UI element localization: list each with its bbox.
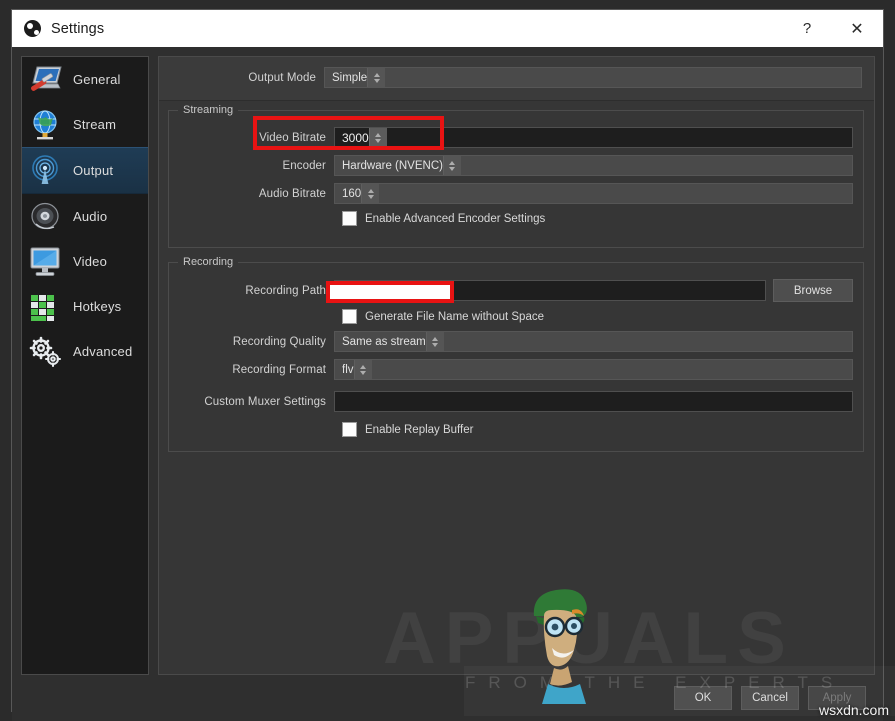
advanced-encoder-label: Enable Advanced Encoder Settings — [365, 213, 545, 225]
cancel-button[interactable]: Cancel — [741, 686, 799, 710]
recording-format-value: flv — [335, 364, 354, 376]
recording-quality-value: Same as stream — [335, 336, 426, 348]
sidebar-label-stream: Stream — [73, 117, 116, 132]
dialog-body: General Stream — [12, 47, 883, 675]
replay-buffer-checkbox[interactable] — [342, 422, 357, 437]
custom-muxer-label: Custom Muxer Settings — [169, 396, 334, 408]
encoder-row: Encoder Hardware (NVENC) — [169, 155, 853, 176]
video-bitrate-row: Video Bitrate 3000 — [169, 127, 853, 148]
window-controls: ? ✕ — [783, 10, 883, 47]
audio-bitrate-label: Audio Bitrate — [169, 188, 334, 200]
output-broadcast-icon — [28, 154, 64, 187]
advanced-encoder-checkbox[interactable] — [342, 211, 357, 226]
sidebar-label-general: General — [73, 72, 121, 87]
encoder-value: Hardware (NVENC) — [335, 160, 443, 172]
audio-bitrate-row: Audio Bitrate 160 — [169, 183, 853, 204]
output-mode-select[interactable]: Simple — [324, 67, 862, 88]
title-bar: Settings ? ✕ — [12, 10, 883, 47]
sidebar-label-hotkeys: Hotkeys — [73, 299, 121, 314]
general-icon — [28, 63, 64, 96]
sidebar-item-audio[interactable]: Audio — [22, 194, 148, 239]
recording-format-label: Recording Format — [169, 364, 334, 376]
recording-quality-spinner-icon[interactable] — [426, 332, 444, 351]
window-title: Settings — [51, 21, 104, 37]
replay-buffer-label: Enable Replay Buffer — [365, 424, 473, 436]
audio-bitrate-value: 160 — [335, 188, 361, 200]
recording-quality-label: Recording Quality — [169, 336, 334, 348]
recording-format-row: Recording Format flv — [169, 359, 853, 380]
output-settings-panel: Output Mode Simple Streaming Video Bitra… — [158, 56, 875, 675]
browse-button[interactable]: Browse — [773, 279, 853, 302]
no-space-label: Generate File Name without Space — [365, 311, 544, 323]
sidebar-label-advanced: Advanced — [73, 344, 132, 359]
recording-path-redaction — [326, 281, 454, 303]
recording-quality-select[interactable]: Same as stream — [334, 331, 853, 352]
audio-speaker-icon — [28, 200, 64, 233]
hotkeys-keyboard-icon — [28, 290, 64, 323]
audio-bitrate-select[interactable]: 160 — [334, 183, 853, 204]
encoder-spinner-icon[interactable] — [443, 156, 461, 175]
help-button[interactable]: ? — [783, 10, 831, 47]
streaming-group: Streaming Video Bitrate 3000 Encoder Har… — [168, 110, 864, 248]
streaming-group-title: Streaming — [178, 104, 238, 116]
close-button[interactable]: ✕ — [831, 10, 883, 47]
custom-muxer-input[interactable] — [334, 391, 853, 412]
recording-format-spinner-icon[interactable] — [354, 360, 372, 379]
recording-group: Recording Recording Path Browse Generate… — [168, 262, 864, 452]
stream-globe-icon — [28, 108, 64, 141]
obs-logo-icon — [24, 20, 41, 37]
recording-path-label: Recording Path — [169, 285, 334, 297]
video-bitrate-label: Video Bitrate — [169, 132, 334, 144]
output-mode-value: Simple — [325, 72, 367, 84]
ok-button[interactable]: OK — [674, 686, 732, 710]
sidebar-item-advanced[interactable]: Advanced — [22, 329, 148, 374]
recording-format-select[interactable]: flv — [334, 359, 853, 380]
settings-window: Settings ? ✕ General — [11, 9, 884, 712]
sidebar-label-audio: Audio — [73, 209, 107, 224]
output-mode-block: Output Mode Simple — [159, 57, 874, 101]
video-bitrate-value: 3000 — [335, 131, 369, 145]
sidebar-item-video[interactable]: Video — [22, 239, 148, 284]
video-bitrate-spinner-icon[interactable] — [369, 128, 387, 147]
recording-group-title: Recording — [178, 256, 238, 268]
output-mode-label: Output Mode — [159, 72, 324, 84]
sidebar-item-output[interactable]: Output — [22, 147, 148, 194]
settings-sidebar: General Stream — [21, 56, 149, 675]
no-space-row[interactable]: Generate File Name without Space — [342, 309, 853, 324]
sidebar-item-stream[interactable]: Stream — [22, 102, 148, 147]
audio-bitrate-spinner-icon[interactable] — [361, 184, 379, 203]
sidebar-label-video: Video — [73, 254, 107, 269]
recording-quality-row: Recording Quality Same as stream — [169, 331, 853, 352]
sidebar-item-hotkeys[interactable]: Hotkeys — [22, 284, 148, 329]
apply-button[interactable]: Apply — [808, 686, 866, 710]
output-mode-row: Output Mode Simple — [159, 67, 862, 88]
video-monitor-icon — [28, 245, 64, 278]
advanced-encoder-row[interactable]: Enable Advanced Encoder Settings — [342, 211, 853, 226]
output-mode-spinner-icon[interactable] — [367, 68, 385, 87]
custom-muxer-row: Custom Muxer Settings — [169, 391, 853, 412]
replay-buffer-row[interactable]: Enable Replay Buffer — [342, 422, 853, 437]
encoder-select[interactable]: Hardware (NVENC) — [334, 155, 853, 176]
sidebar-label-output: Output — [73, 163, 113, 178]
advanced-gears-icon — [28, 335, 64, 368]
title-bar-left: Settings — [12, 20, 104, 37]
no-space-checkbox[interactable] — [342, 309, 357, 324]
recording-path-row: Recording Path Browse — [169, 279, 853, 302]
encoder-label: Encoder — [169, 160, 334, 172]
video-bitrate-input[interactable]: 3000 — [334, 127, 853, 148]
dialog-footer: OK Cancel Apply — [12, 675, 883, 721]
sidebar-item-general[interactable]: General — [22, 57, 148, 102]
